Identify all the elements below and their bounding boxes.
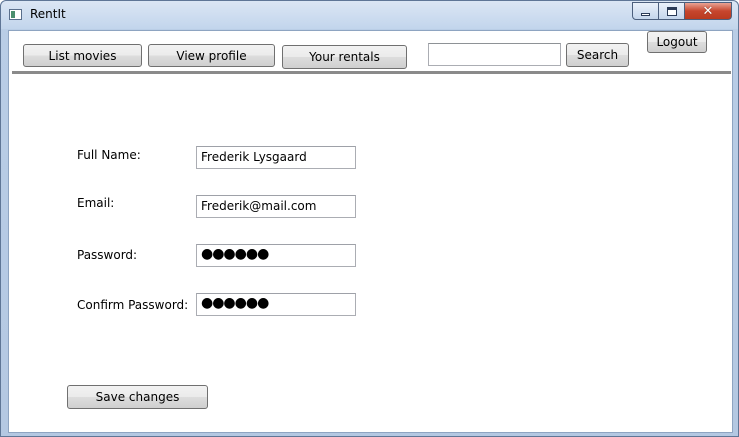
your-rentals-button[interactable]: Your rentals [282,45,407,69]
title-bar[interactable]: RentIt ✕ [1,1,738,29]
email-label: Email: [77,196,115,210]
search-button[interactable]: Search [566,43,629,67]
list-movies-button[interactable]: List movies [23,44,142,67]
client-area: List movies View profile Your rentals Se… [8,30,733,433]
password-label: Password: [77,248,138,262]
confirm-password-field[interactable]: ●●●●●● [196,293,356,316]
toolbar-separator [12,71,731,74]
view-profile-button[interactable]: View profile [148,44,275,67]
close-button[interactable]: ✕ [684,2,732,20]
save-changes-button[interactable]: Save changes [67,385,208,409]
window-title: RentIt [30,7,66,21]
close-icon: ✕ [702,3,714,19]
search-input[interactable] [428,43,561,66]
full-name-label: Full Name: [77,148,141,162]
full-name-field[interactable]: Frederik Lysgaard [196,146,356,169]
email-field[interactable]: Frederik@mail.com [196,195,356,218]
confirm-password-label: Confirm Password: [77,298,189,312]
app-window: RentIt ✕ List movies View profile Your r… [0,0,739,437]
minimize-button[interactable] [632,2,659,20]
maximize-button[interactable] [658,2,685,20]
minimize-icon [641,12,650,16]
maximize-icon [666,6,677,16]
password-field[interactable]: ●●●●●● [196,244,356,267]
app-window-icon [9,9,22,20]
logout-button[interactable]: Logout [647,31,707,53]
